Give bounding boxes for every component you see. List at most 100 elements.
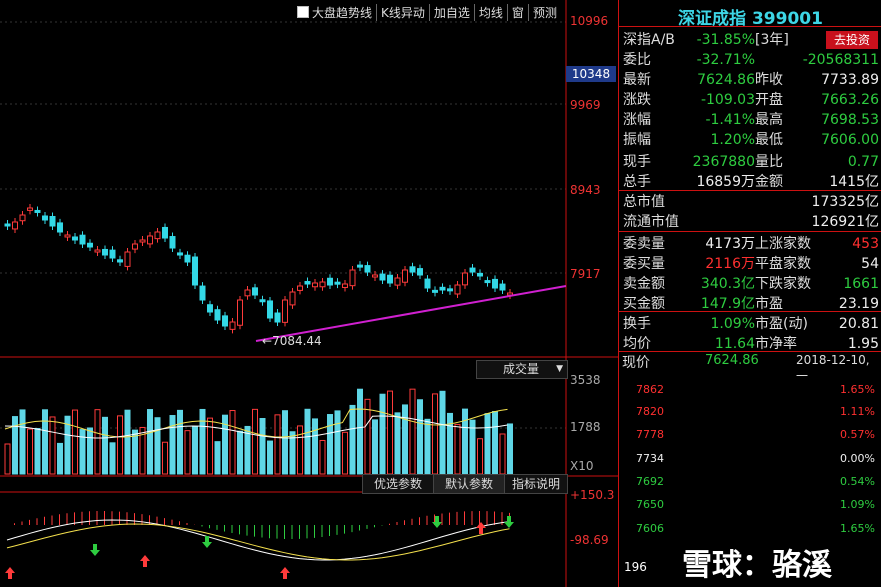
candle-body: [409, 266, 416, 273]
trend-toggle[interactable]: 大盘趋势线: [293, 3, 378, 21]
axis-label: 8943: [570, 183, 601, 197]
candle-body: [439, 286, 446, 291]
volume-bar: [154, 417, 161, 475]
candle-body: [477, 272, 483, 277]
volume-bar: [304, 408, 311, 475]
quote-label: 上涨家数: [755, 236, 811, 252]
intraday-pct-label: 1.09%: [840, 498, 875, 511]
volume-selector[interactable]: 成交量 ▼: [476, 360, 568, 379]
volume-bar: [319, 439, 326, 475]
invest-button[interactable]: 去投资: [826, 31, 878, 49]
candle-body: [72, 236, 78, 241]
tab-default-params[interactable]: 默认参数: [433, 474, 505, 494]
candle-body: [207, 304, 213, 313]
price-value: 7624.86: [705, 353, 759, 368]
moving-average-button[interactable]: 均线: [475, 3, 508, 21]
quote-row: 总手 16859万 金额 1415亿: [623, 172, 881, 192]
volume-bar: [477, 438, 483, 475]
quote-label: 最低: [755, 132, 783, 148]
quote-row: 委比 -32.71% -20568311: [623, 50, 881, 70]
candle-body: [387, 274, 393, 284]
candle-body: [417, 268, 423, 276]
volume-bar: [192, 426, 198, 475]
candle-body: [222, 315, 228, 327]
buy-arrow-icon: [5, 567, 15, 579]
volume-bar: [259, 418, 266, 475]
quote-value: 20.81: [838, 316, 879, 332]
quote-value: 54: [861, 256, 879, 272]
candle-body: [432, 289, 438, 293]
quote-value: 16859万: [696, 174, 755, 190]
volume-bar: [162, 441, 168, 475]
intraday-volume-label: 196: [624, 560, 647, 574]
intraday-price-label: 7650: [636, 498, 664, 511]
volume-bar: [394, 412, 401, 475]
tab-optimized-params[interactable]: 优选参数: [362, 474, 434, 494]
intraday-pct-label: 1.11%: [840, 405, 875, 418]
axis-label: 7917: [570, 267, 601, 281]
macd-dea-line: [6, 523, 510, 561]
quote-row: 委买量 2116万 平盘家数 54: [623, 254, 881, 274]
candle-body: [79, 234, 86, 245]
volume-bar: [364, 398, 371, 475]
sell-arrow-icon: [432, 516, 442, 528]
quote-value: 7733.89: [821, 72, 879, 88]
volume-bar: [297, 425, 303, 475]
volume-bar: [432, 393, 438, 475]
quote-value: 7624.86: [697, 72, 755, 88]
quote-label: [3年]: [755, 32, 789, 48]
candle-body: [19, 214, 26, 222]
volume-title: 成交量: [503, 362, 540, 376]
volume-unit: X10: [570, 459, 594, 473]
quote-label: 总手: [623, 174, 651, 190]
volume-bar: [439, 390, 446, 475]
volume-bar: [184, 430, 191, 475]
volume-bar: [87, 427, 93, 475]
quote-value: 1.20%: [710, 132, 755, 148]
add-watchlist-button[interactable]: 加自选: [430, 3, 475, 21]
checkbox-icon[interactable]: [297, 5, 309, 18]
quote-label: 流通市值: [623, 214, 679, 230]
volume-bar: [124, 409, 131, 475]
candle-body: [192, 256, 198, 286]
volume-bar: [169, 415, 176, 475]
trend-line: [255, 285, 567, 342]
candle-body: [372, 274, 378, 278]
sell-arrow-icon: [90, 544, 100, 556]
candle-body: [57, 222, 63, 233]
quote-row: 现手 2367880 量比 0.77: [623, 152, 881, 172]
volume-bars: [4, 388, 513, 475]
signal-arrows: [5, 516, 514, 579]
quote-row: 卖金额 340.3亿 下跌家数 1661: [623, 274, 881, 294]
candle-body: [199, 285, 206, 301]
forecast-button[interactable]: 预测: [529, 4, 561, 21]
tab-indicator-help[interactable]: 指标说明: [504, 474, 568, 494]
volume-bar: [72, 409, 78, 475]
candle-body: [87, 242, 93, 248]
candlestick-series: [4, 204, 513, 334]
quote-value: 453: [852, 236, 879, 252]
volume-bar: [27, 428, 33, 475]
volume-bar: [267, 440, 273, 475]
axis-label: 10996: [570, 14, 609, 28]
macd-dif-line: [6, 519, 510, 561]
candle-body: [282, 299, 288, 323]
quote-value: 1661: [843, 276, 879, 292]
candle-body: [342, 283, 348, 288]
window-button[interactable]: 窗: [508, 3, 529, 21]
candle-body: [454, 284, 461, 295]
volume-axis-label: 1788: [570, 420, 601, 434]
quote-label: 最新: [623, 72, 651, 88]
quote-value: -109.03: [700, 92, 755, 108]
candle-body: [214, 309, 221, 321]
low-price-label: ←7084.44: [262, 334, 322, 348]
quote-label: 开盘: [755, 92, 783, 108]
intraday-price-label: 7734: [636, 452, 664, 465]
indicator-axis-label: +150.3: [570, 488, 615, 502]
kline-anomaly-button[interactable]: K线异动: [377, 3, 430, 21]
buy-arrow-icon: [476, 522, 486, 534]
intraday-price-label: 7778: [636, 428, 664, 441]
volume-bar: [312, 418, 318, 475]
candle-body: [357, 264, 363, 268]
candle-body: [117, 259, 123, 263]
